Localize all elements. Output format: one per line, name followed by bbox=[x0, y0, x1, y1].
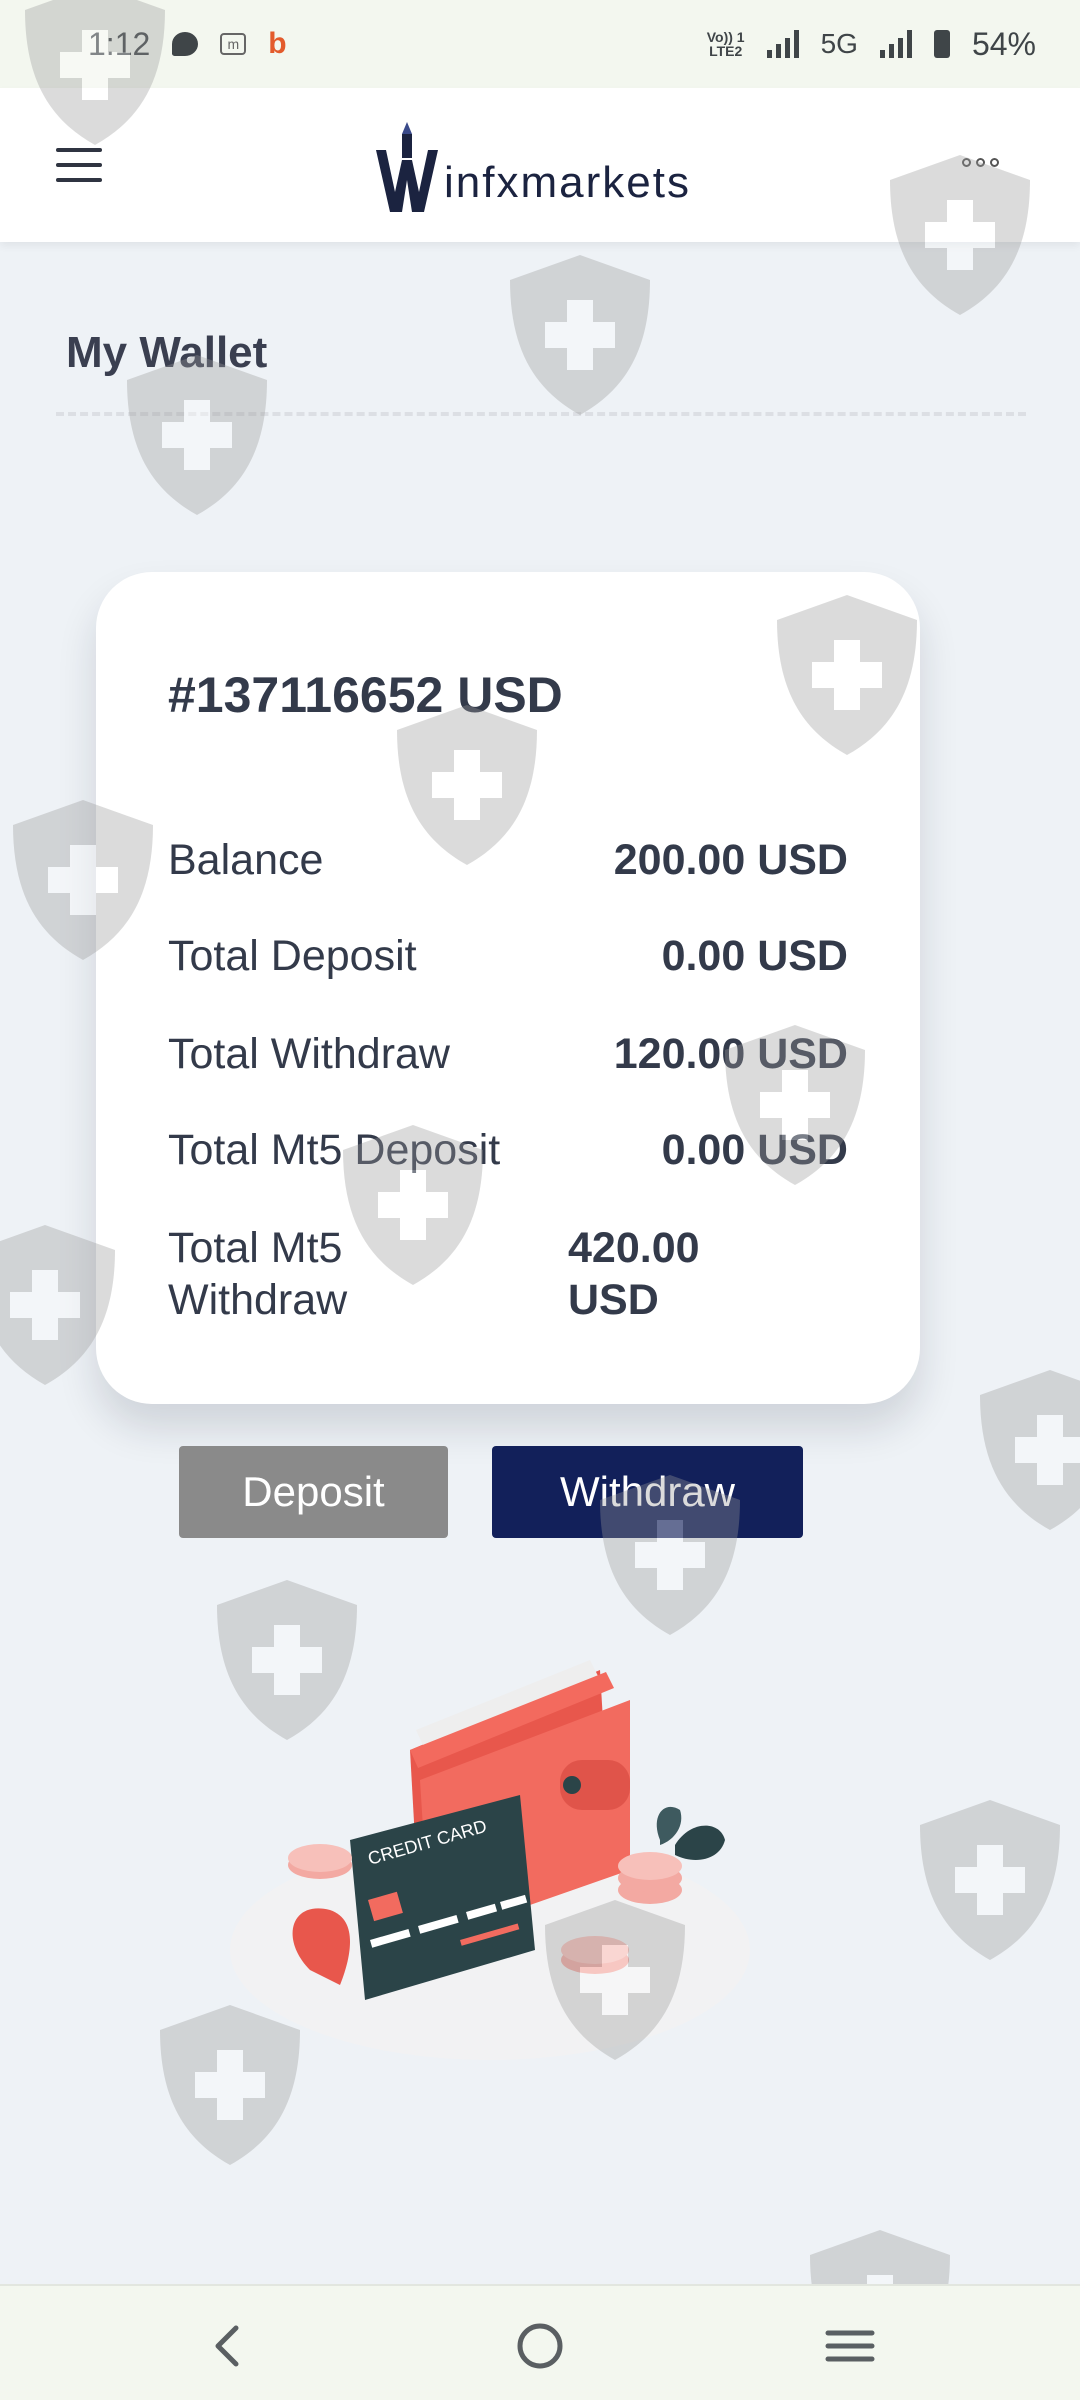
home-circle-icon[interactable] bbox=[510, 2316, 570, 2376]
stat-label: Total Mt5 Withdraw bbox=[168, 1224, 348, 1324]
b-app-icon: b bbox=[268, 27, 287, 60]
system-nav-bar bbox=[0, 2284, 1080, 2400]
hamburger-icon[interactable] bbox=[56, 148, 102, 182]
deposit-button[interactable]: Deposit bbox=[179, 1446, 448, 1538]
signal-icon-1 bbox=[766, 30, 799, 58]
chat-bubble-icon bbox=[172, 32, 199, 56]
recents-lines-icon[interactable] bbox=[820, 2316, 880, 2376]
title-divider bbox=[56, 412, 1026, 416]
m-box-icon: m bbox=[220, 33, 247, 55]
battery-percent: 54% bbox=[971, 25, 1036, 62]
plant-right-leaf-icon bbox=[656, 1806, 682, 1845]
status-bar: 1:12 m b Vo)) 1 LTE2 5G 54% bbox=[0, 0, 1080, 88]
wallet-credit-card-illustration: CREDIT CARD bbox=[230, 1660, 750, 2060]
coin-stack-right-icon bbox=[618, 1852, 682, 1904]
status-left: 1:12 m b bbox=[88, 26, 296, 63]
status-right: Vo)) 1 LTE2 5G 54% bbox=[707, 26, 1036, 63]
stat-label: Total Mt5 Deposit bbox=[168, 1126, 501, 1174]
stat-value: 420.00 USD bbox=[568, 1224, 700, 1324]
stat-value: 120.00 USD bbox=[613, 1030, 848, 1078]
network-label: 5G bbox=[820, 28, 858, 59]
shield-watermark-icon bbox=[980, 1370, 1080, 1530]
logo-text: infxmarkets bbox=[444, 158, 691, 207]
coin-stack-middle-icon bbox=[561, 1936, 629, 1974]
coin-stack-left-icon bbox=[288, 1844, 352, 1879]
stat-value: 0.00 USD bbox=[661, 1126, 848, 1174]
account-id: #137116652 USD bbox=[168, 667, 563, 723]
volte-icon: Vo)) 1 LTE2 bbox=[706, 29, 745, 59]
withdraw-button[interactable]: Withdraw bbox=[492, 1446, 803, 1538]
status-time: 1:12 bbox=[88, 25, 151, 62]
more-dots-icon[interactable] bbox=[962, 158, 999, 167]
back-chevron-icon[interactable] bbox=[198, 2316, 258, 2376]
plant-right-icon bbox=[675, 1825, 725, 1860]
wallet-card: #137116652 USD Balance 200.00 USD Total … bbox=[96, 572, 920, 1404]
stat-value: 200.00 USD bbox=[613, 836, 848, 884]
shield-watermark-icon bbox=[920, 1800, 1060, 1960]
brand-logo[interactable]: infxmarkets bbox=[372, 116, 691, 216]
stat-label: Balance bbox=[168, 836, 324, 884]
logo-w-mark-icon bbox=[376, 122, 438, 212]
stat-label: Total Deposit bbox=[168, 932, 417, 980]
page-title: My Wallet bbox=[66, 328, 268, 377]
stat-label: Total Withdraw bbox=[168, 1030, 450, 1078]
signal-icon-2 bbox=[879, 30, 912, 58]
stat-value: 0.00 USD bbox=[661, 932, 848, 980]
battery-icon bbox=[933, 30, 950, 58]
app-header: infxmarkets bbox=[0, 88, 1080, 242]
shield-watermark-icon bbox=[510, 255, 650, 415]
